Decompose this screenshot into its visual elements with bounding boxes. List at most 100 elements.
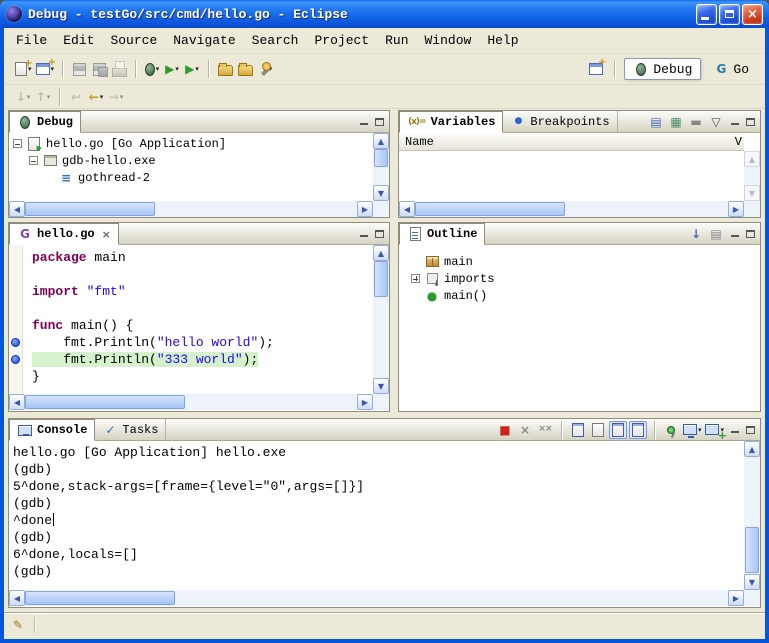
scrollbar-thumb[interactable] [25, 395, 185, 409]
sort-icon[interactable]: ↓ [687, 225, 705, 243]
variables-vscrollbar[interactable]: ▲▼ [744, 151, 760, 201]
show-logical-structure-icon[interactable]: ▦ [667, 113, 685, 131]
menu-project[interactable]: Project [306, 28, 377, 54]
tree-expander-icon[interactable] [29, 156, 38, 165]
back-icon[interactable]: ←▾ [87, 88, 105, 106]
console-content[interactable]: hello.go [Go Application] hello.exe (gdb… [9, 441, 760, 607]
minimize-view-icon[interactable] [728, 424, 741, 436]
minimize-button[interactable] [696, 4, 717, 25]
menu-window[interactable]: Window [417, 28, 480, 54]
variables-hscrollbar[interactable]: ◀▶ [399, 201, 744, 217]
open-perspective-icon[interactable] [587, 60, 605, 78]
debug-hscrollbar[interactable]: ◀▶ [9, 201, 373, 217]
remove-launch-icon[interactable]: × [516, 421, 534, 439]
annotation-ruler[interactable] [9, 245, 23, 394]
menu-edit[interactable]: Edit [55, 28, 102, 54]
hide-fields-icon[interactable]: ▤ [707, 225, 725, 243]
menu-navigate[interactable]: Navigate [165, 28, 243, 54]
editor-vscrollbar[interactable]: ▲▼ [373, 245, 389, 394]
code-line[interactable]: fmt.Println("hello world"); [32, 334, 373, 351]
code-area[interactable]: package main import "fmt" func main() { fm… [24, 245, 373, 394]
minimize-view-icon[interactable] [728, 228, 741, 240]
menu-help[interactable]: Help [479, 28, 526, 54]
code-line[interactable]: import "fmt" [32, 283, 373, 300]
tab-console[interactable]: Console [9, 419, 95, 441]
tree-expander-icon[interactable] [13, 139, 22, 148]
show-stderr-icon[interactable] [629, 421, 647, 439]
minimize-view-icon[interactable] [357, 116, 370, 128]
tree-item[interactable]: gdb-hello.exe [9, 152, 373, 169]
close-button[interactable]: × [742, 4, 763, 25]
maximize-view-icon[interactable] [744, 424, 757, 436]
run-last-icon[interactable]: ▶▾ [183, 60, 201, 78]
close-tab-icon[interactable]: × [102, 228, 111, 241]
variables-column-header[interactable]: Name V [399, 133, 744, 151]
show-stdout-icon[interactable] [609, 421, 627, 439]
code-line[interactable] [32, 266, 373, 283]
code-line[interactable]: fmt.Println("333 world"); [32, 351, 373, 368]
scroll-lock-icon[interactable] [589, 421, 607, 439]
maximize-view-icon[interactable] [373, 228, 386, 240]
tab-hello-go[interactable]: G hello.go × [9, 223, 119, 245]
new-icon[interactable]: ▾ [14, 60, 33, 78]
tab-debug[interactable]: Debug [9, 111, 81, 133]
view-menu-icon[interactable]: ▽ [707, 113, 725, 131]
scrollbar-thumb[interactable] [745, 527, 759, 573]
code-line[interactable] [32, 300, 373, 317]
code-line[interactable]: func main() { [32, 317, 373, 334]
code-line[interactable]: package main [32, 249, 373, 266]
scrollbar-thumb[interactable] [374, 149, 388, 167]
maximize-view-icon[interactable] [744, 228, 757, 240]
minimize-view-icon[interactable] [357, 228, 370, 240]
instruction-pointer-icon[interactable] [11, 355, 20, 364]
menu-source[interactable]: Source [102, 28, 165, 54]
export-icon[interactable] [236, 60, 254, 78]
perspective-go-button[interactable]: G Go [705, 58, 757, 80]
clear-console-icon[interactable] [569, 421, 587, 439]
import-icon[interactable] [216, 60, 234, 78]
search-icon[interactable]: ▾ [256, 60, 274, 78]
tree-item[interactable]: hello.go [Go Application] [9, 135, 373, 152]
menu-search[interactable]: Search [244, 28, 307, 54]
console-hscrollbar[interactable]: ◀▶ [9, 590, 744, 606]
menu-file[interactable]: File [8, 28, 55, 54]
run-launch-icon[interactable]: ▶▾ [163, 60, 181, 78]
editor-hscrollbar[interactable]: ◀▶ [9, 394, 373, 410]
fast-view-icon[interactable]: ✎ [10, 618, 26, 632]
tree-item[interactable]: imports [407, 270, 760, 287]
maximize-view-icon[interactable] [373, 116, 386, 128]
menu-run[interactable]: Run [377, 28, 416, 54]
tab-outline[interactable]: Outline [399, 223, 485, 245]
scrollbar-thumb[interactable] [25, 591, 175, 605]
scrollbar-thumb[interactable] [374, 261, 388, 297]
tab-breakpoints[interactable]: ● Breakpoints [503, 111, 617, 132]
tree-expander-icon[interactable] [411, 274, 420, 283]
tab-tasks[interactable]: ✓ Tasks [95, 419, 166, 440]
tab-variables[interactable]: (x)= Variables [399, 111, 503, 133]
debug-launch-icon[interactable]: ▾ [143, 60, 161, 78]
tree-item[interactable]: ●main() [407, 287, 760, 304]
perspective-debug-button[interactable]: Debug [624, 58, 701, 80]
show-type-names-icon[interactable]: ▤ [647, 113, 665, 131]
scrollbar-thumb[interactable] [415, 202, 565, 216]
breakpoint-icon[interactable] [11, 338, 20, 347]
minimize-view-icon[interactable] [728, 116, 741, 128]
code-line[interactable]: } [32, 368, 373, 385]
pin-console-icon[interactable] [662, 421, 680, 439]
maximize-button[interactable] [719, 4, 740, 25]
maximize-view-icon[interactable] [744, 116, 757, 128]
open-console-icon[interactable]: ▾ [704, 421, 725, 439]
terminate-icon[interactable]: ■ [496, 421, 514, 439]
remove-all-launches-icon[interactable]: ×× [536, 421, 554, 439]
editor-content[interactable]: package main import "fmt" func main() { fm… [9, 245, 389, 411]
name-column-label: Name [405, 135, 434, 149]
debug-vscrollbar[interactable]: ▲▼ [373, 133, 389, 201]
title-bar[interactable]: Debug - testGo/src/cmd/hello.go - Eclips… [0, 0, 769, 28]
console-vscrollbar[interactable]: ▲▼ [744, 441, 760, 590]
new-wizard-icon[interactable]: ▾ [35, 60, 56, 78]
collapse-all-icon[interactable]: ▬ [687, 113, 705, 131]
tree-item[interactable]: ≡gothread-2 [9, 169, 373, 186]
tree-item[interactable]: main [407, 253, 760, 270]
scrollbar-thumb[interactable] [25, 202, 155, 216]
display-console-icon[interactable]: ▾ [682, 421, 703, 439]
